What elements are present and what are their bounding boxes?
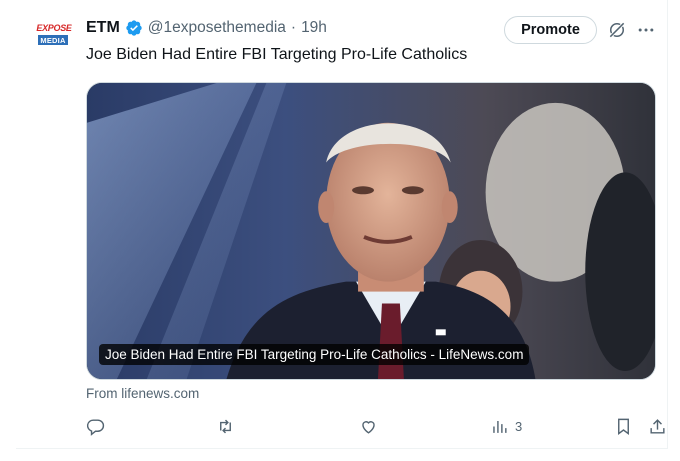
retweet-icon xyxy=(220,419,231,433)
verified-badge-icon xyxy=(126,20,142,36)
divider xyxy=(16,448,668,449)
promote-button[interactable]: Promote xyxy=(504,16,597,44)
avatar-line1: EXPOSE xyxy=(36,22,72,33)
like-button[interactable] xyxy=(359,414,378,438)
handle[interactable]: @1exposethemedia xyxy=(148,19,286,37)
action-bar: 3 xyxy=(86,414,665,438)
share-icon xyxy=(650,418,665,434)
bookmark-button[interactable] xyxy=(614,414,633,438)
card-caption: Joe Biden Had Entire FBI Targeting Pro-L… xyxy=(99,344,530,365)
tweet-text: Joe Biden Had Entire FBI Targeting Pro-L… xyxy=(86,46,468,63)
share-button[interactable] xyxy=(648,414,667,438)
like-icon xyxy=(362,420,375,434)
avatar-line2: MEDIA xyxy=(38,35,68,45)
link-card-image[interactable]: Joe Biden Had Entire FBI Targeting Pro-L… xyxy=(86,82,656,380)
retweet-button[interactable] xyxy=(216,414,235,438)
timestamp[interactable]: 19h xyxy=(301,19,327,37)
grok-icon[interactable] xyxy=(607,20,627,40)
separator: · xyxy=(290,19,297,36)
bookmark-icon xyxy=(618,418,629,435)
views-button[interactable]: 3 xyxy=(490,414,522,438)
display-name[interactable]: ETM xyxy=(86,19,120,37)
tweet[interactable]: EXPOSE MEDIA ETM @1exposethemedia · 19h … xyxy=(16,0,668,448)
tweet-header: ETM @1exposethemedia · 19h xyxy=(86,16,327,40)
avatar[interactable]: EXPOSE MEDIA xyxy=(34,14,74,54)
speaker-photo xyxy=(87,83,655,379)
more-icon[interactable] xyxy=(636,20,656,40)
views-count: 3 xyxy=(515,418,523,434)
card-source[interactable]: From lifenews.com xyxy=(86,386,199,401)
reply-button[interactable] xyxy=(86,414,105,438)
reply-icon xyxy=(86,418,105,436)
views-icon xyxy=(493,420,507,433)
